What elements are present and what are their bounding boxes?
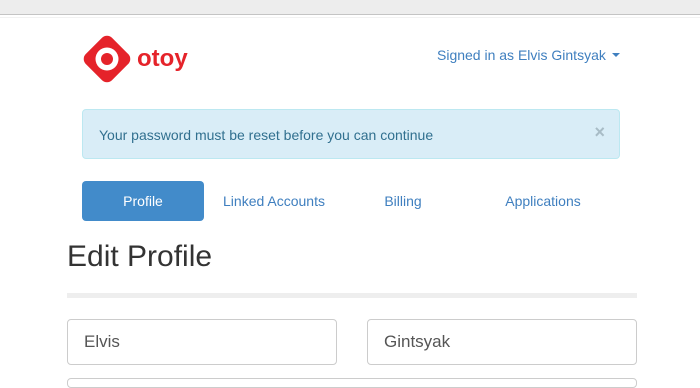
tab-billing[interactable]: Billing: [352, 181, 454, 221]
alert-message: Your password must be reset before you c…: [99, 127, 434, 143]
title-divider: [67, 293, 637, 298]
otoy-logo-icon: otoy: [83, 35, 188, 83]
browser-toolbar: [0, 0, 700, 18]
logo-wordmark: otoy: [137, 45, 188, 72]
last-name-input[interactable]: [367, 319, 637, 365]
tab-profile[interactable]: Profile: [82, 181, 204, 221]
user-menu-label: Signed in as Elvis Gintsyak: [437, 47, 606, 63]
tab-applications[interactable]: Applications: [482, 181, 604, 221]
password-reset-alert: Your password must be reset before you c…: [82, 109, 620, 159]
close-icon[interactable]: ×: [594, 122, 605, 142]
user-menu-dropdown[interactable]: Signed in as Elvis Gintsyak: [437, 47, 620, 63]
page-title: Edit Profile: [67, 240, 213, 273]
next-form-field[interactable]: [67, 378, 637, 388]
tab-linked-accounts[interactable]: Linked Accounts: [210, 181, 338, 221]
first-name-input[interactable]: [67, 319, 337, 365]
caret-down-icon: [611, 53, 620, 57]
otoy-logo[interactable]: otoy: [82, 34, 192, 86]
